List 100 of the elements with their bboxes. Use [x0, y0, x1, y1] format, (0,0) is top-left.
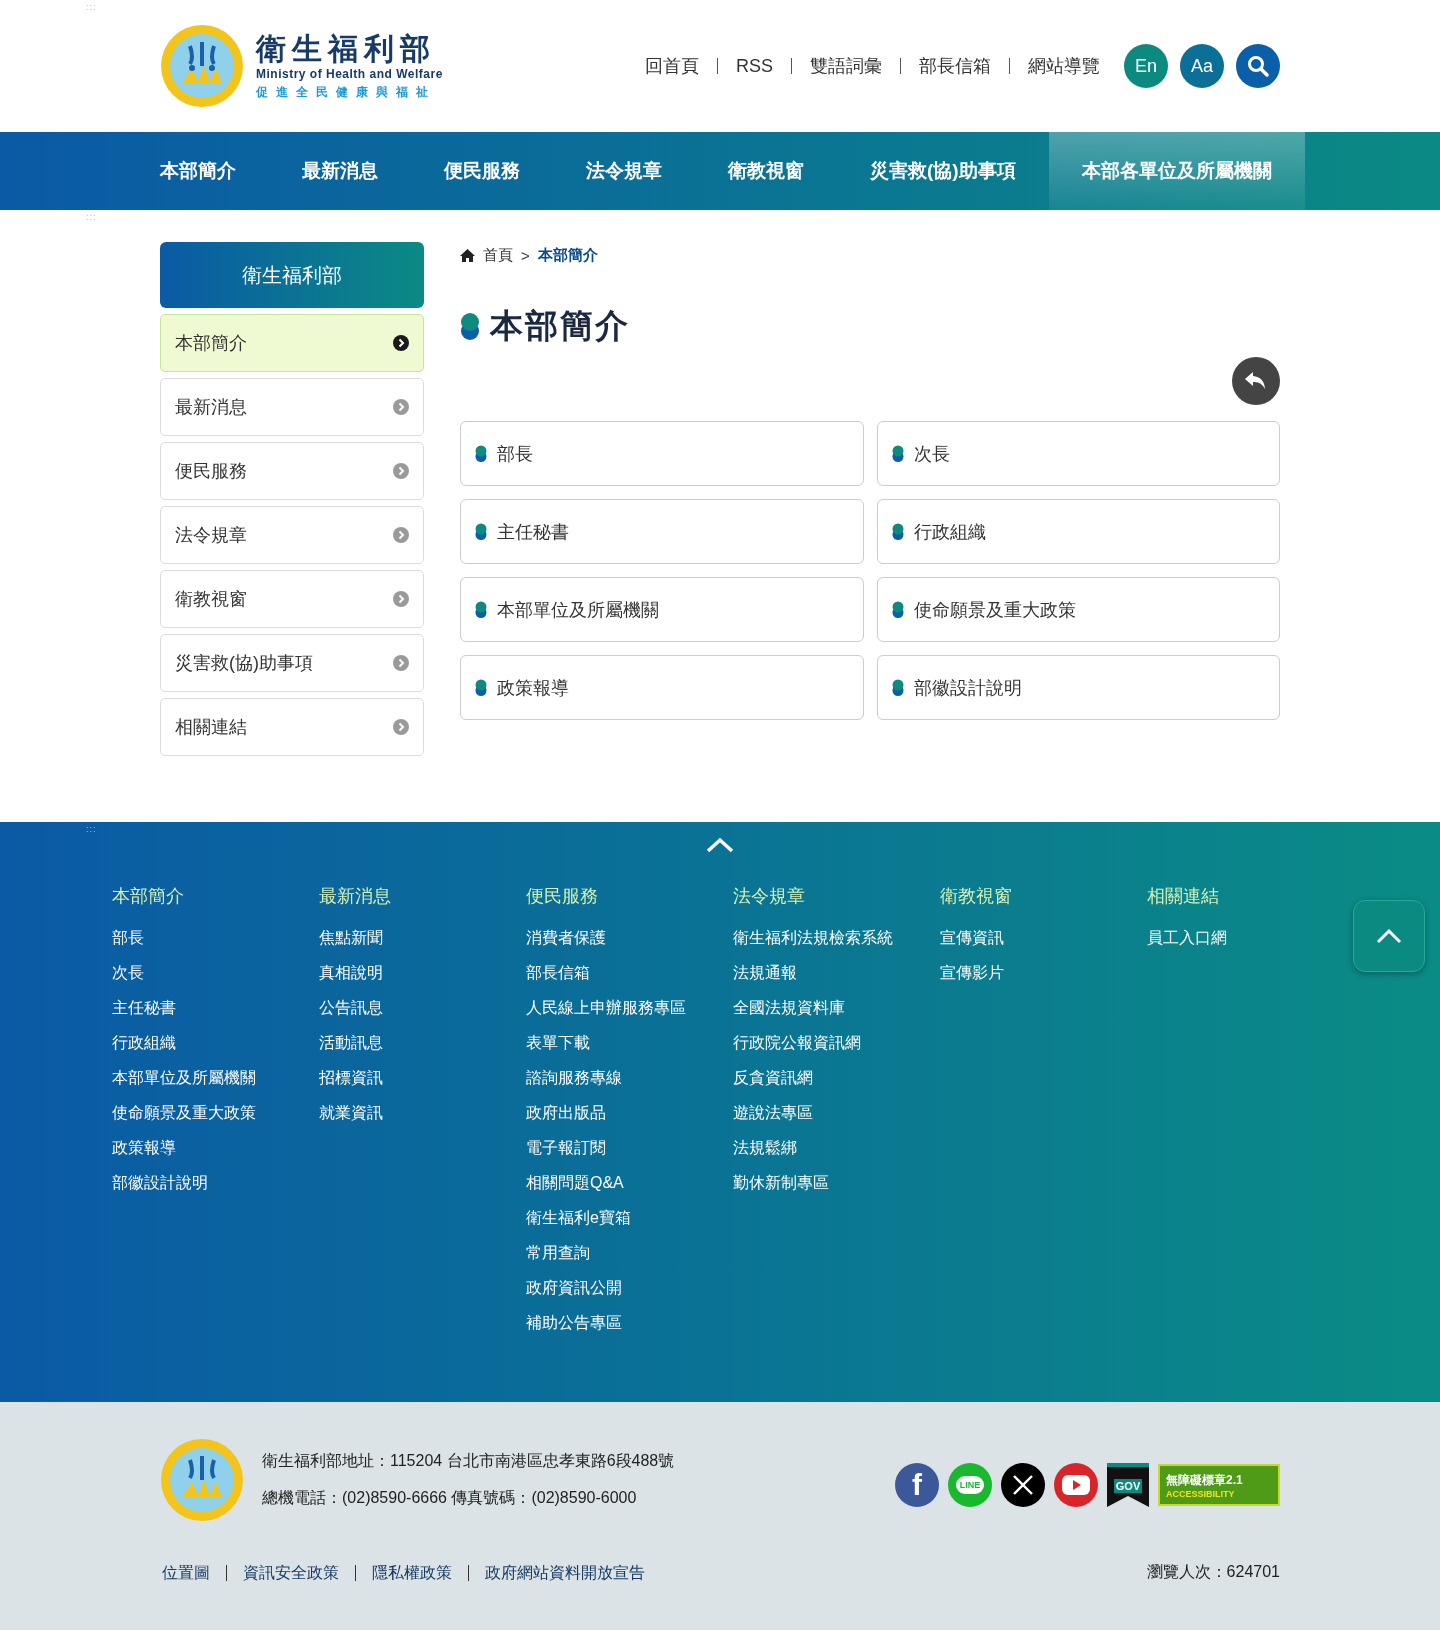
footer-link[interactable]: 使命願景及重大政策 [112, 1103, 256, 1123]
footer-link[interactable]: 反貪資訊網 [733, 1068, 813, 1088]
footer-link[interactable]: 行政院公報資訊網 [733, 1033, 861, 1053]
sidebar-item[interactable]: 最新消息 [160, 378, 424, 436]
footer-link[interactable]: 表單下載 [526, 1033, 590, 1053]
x-link[interactable] [1001, 1463, 1045, 1507]
footer-link[interactable]: 行政組織 [112, 1033, 176, 1053]
visit-counter: 瀏覽人次：624701 [1146, 1562, 1280, 1582]
dots-icon [891, 678, 904, 697]
footer-link[interactable]: 衛生福利e寶箱 [526, 1208, 631, 1228]
sidebar-item[interactable]: 便民服務 [160, 442, 424, 500]
footer-link[interactable]: 次長 [112, 963, 144, 983]
link-card[interactable]: 部長 [460, 421, 864, 486]
nav-tab[interactable]: 衛教視窗 [695, 132, 837, 210]
youtube-link[interactable] [1054, 1463, 1098, 1507]
page-title: 本部簡介 [490, 306, 630, 346]
header-link[interactable]: 網站導覽 [1009, 58, 1100, 74]
sidebar-item[interactable]: 本部簡介 [160, 314, 424, 372]
nav-tab[interactable]: 本部各單位及所屬機關 [1048, 132, 1305, 210]
link-card[interactable]: 次長 [876, 421, 1280, 486]
footer-heading[interactable]: 衛教視窗 [940, 884, 1012, 908]
footer-link[interactable]: 相關問題Q&A [526, 1173, 624, 1193]
footer-link[interactable]: 人民線上申辦服務專區 [526, 998, 686, 1018]
link-card[interactable]: 使命願景及重大政策 [876, 577, 1280, 642]
link-card[interactable]: 行政組織 [876, 499, 1280, 564]
footer-link[interactable]: 法規鬆綁 [733, 1138, 797, 1158]
footer-link[interactable]: 補助公告專區 [526, 1313, 622, 1333]
round-button[interactable]: En [1124, 44, 1168, 88]
footer-link[interactable]: 公告訊息 [319, 998, 383, 1018]
footer-link[interactable]: 法規通報 [733, 963, 797, 983]
footer-link[interactable]: 真相說明 [319, 963, 383, 983]
nav-tab[interactable]: 本部簡介 [160, 132, 269, 210]
footer-link[interactable]: 衛生福利法規檢索系統 [733, 928, 893, 948]
logo-icon[interactable] [160, 24, 244, 108]
nav-tab[interactable]: 災害救(協)助事項 [837, 132, 1049, 210]
round-button[interactable]: Aa [1180, 44, 1224, 88]
footer-link[interactable]: 全國法規資料庫 [733, 998, 845, 1018]
link-card[interactable]: 政策報導 [460, 655, 864, 720]
footer-link[interactable]: 電子報訂閱 [526, 1138, 606, 1158]
header-link[interactable]: RSS [717, 58, 791, 74]
footer-link[interactable]: 政策報導 [112, 1138, 176, 1158]
sidebar-item[interactable]: 相關連結 [160, 698, 424, 756]
nav-tab[interactable]: 便民服務 [411, 132, 553, 210]
nav-tab[interactable]: 法令規章 [553, 132, 695, 210]
footer-link[interactable]: 常用查詢 [526, 1243, 590, 1263]
footer-link[interactable]: 就業資訊 [319, 1103, 383, 1123]
search-button[interactable] [1236, 44, 1280, 88]
footer-heading[interactable]: 最新消息 [319, 884, 391, 908]
footer-link[interactable]: 資訊安全政策 [226, 1564, 355, 1581]
footer-heading[interactable]: 相關連結 [1147, 884, 1219, 908]
sidebar-item[interactable]: 衛教視窗 [160, 570, 424, 628]
footer-heading[interactable]: 便民服務 [526, 884, 598, 908]
header-link[interactable]: 部長信箱 [900, 58, 1009, 74]
chevron-icon [393, 335, 409, 351]
footer-link[interactable]: 員工入口網 [1147, 928, 1227, 948]
footer-heading[interactable]: 本部簡介 [112, 884, 184, 908]
footer-link[interactable]: 宣傳資訊 [940, 928, 1004, 948]
footer-link[interactable]: 勤休新制專區 [733, 1173, 829, 1193]
dots-icon [475, 600, 487, 619]
dots-icon [475, 444, 487, 463]
gov-badge[interactable]: GOV [1107, 1463, 1149, 1507]
accesskey-marker: ::: [86, 212, 97, 222]
footer-link[interactable]: 本部單位及所屬機關 [112, 1068, 256, 1088]
footer-link[interactable]: 部徽設計說明 [112, 1173, 208, 1193]
chevron-icon [393, 591, 409, 607]
link-card[interactable]: 本部單位及所屬機關 [460, 577, 864, 642]
collapse-icon[interactable] [705, 836, 735, 854]
link-card[interactable]: 主任秘書 [460, 499, 864, 564]
home-icon[interactable] [460, 248, 475, 262]
back-button[interactable] [1232, 357, 1280, 405]
footer-link[interactable]: 主任秘書 [112, 998, 176, 1018]
breadcrumb-separator: > [521, 246, 530, 264]
footer-link[interactable]: 政府網站資料開放宣告 [468, 1564, 661, 1581]
sidebar-item[interactable]: 災害救(協)助事項 [160, 634, 424, 692]
sidebar-item[interactable]: 法令規章 [160, 506, 424, 564]
footer-link[interactable]: 活動訊息 [319, 1033, 383, 1053]
play-icon [1062, 1475, 1090, 1495]
accessibility-badge[interactable]: 無障礙標章2.1 ACCESSIBILITY [1158, 1464, 1280, 1506]
footer-heading[interactable]: 法令規章 [733, 884, 805, 908]
facebook-link[interactable]: f [895, 1463, 939, 1507]
breadcrumb-link[interactable]: 本部簡介 [537, 245, 598, 265]
footer-link[interactable]: 政府資訊公開 [526, 1278, 622, 1298]
link-card[interactable]: 部徽設計說明 [876, 655, 1280, 720]
footer-link[interactable]: 政府出版品 [526, 1103, 606, 1123]
header-link[interactable]: 雙語詞彙 [791, 58, 900, 74]
footer-link[interactable]: 位置圖 [160, 1564, 226, 1581]
footer-link[interactable]: 消費者保護 [526, 928, 606, 948]
nav-tab[interactable]: 最新消息 [269, 132, 411, 210]
search-icon [1247, 55, 1269, 77]
footer-link[interactable]: 隱私權政策 [355, 1564, 468, 1581]
footer-link[interactable]: 宣傳影片 [940, 963, 1004, 983]
footer-link[interactable]: 部長 [112, 928, 144, 948]
footer-link[interactable]: 遊說法專區 [733, 1103, 813, 1123]
dots-icon [460, 311, 480, 342]
footer-link[interactable]: 部長信箱 [526, 963, 590, 983]
footer-link[interactable]: 諮詢服務專線 [526, 1068, 622, 1088]
breadcrumb-link[interactable]: 首頁 [483, 245, 513, 265]
footer-link[interactable]: 焦點新聞 [319, 928, 383, 948]
footer-link[interactable]: 招標資訊 [319, 1068, 383, 1088]
header-link[interactable]: 回首頁 [627, 58, 717, 74]
